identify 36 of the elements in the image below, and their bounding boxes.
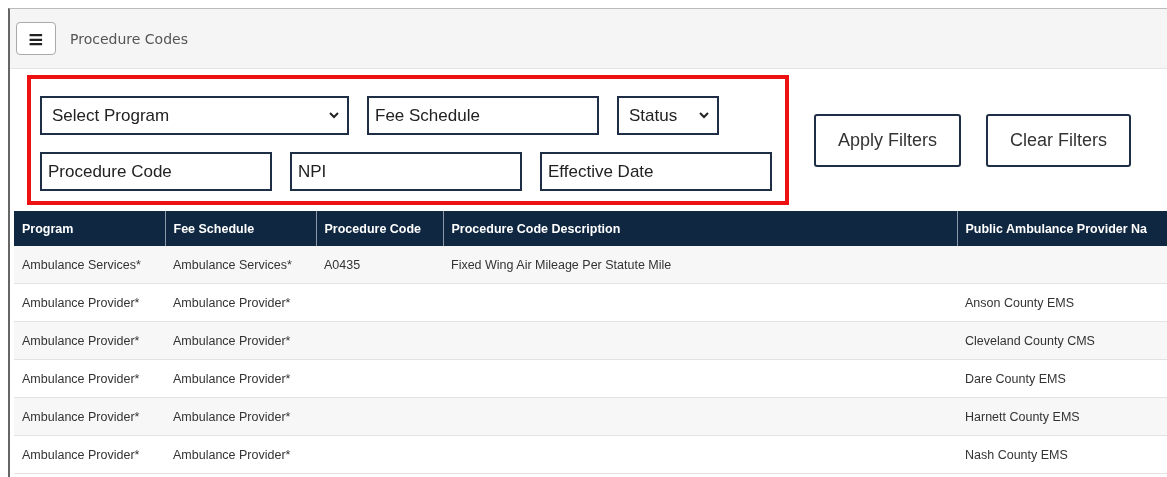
table-cell: Ambulance Provider* (165, 283, 316, 322)
table-cell: Harnett County EMS (957, 397, 1167, 436)
table-cell: Ambulance Provider* (165, 435, 316, 474)
chevron-down-icon (329, 112, 339, 119)
column-header: Procedure Code (316, 211, 443, 246)
table-cell: Dare County EMS (957, 359, 1167, 398)
column-header: Public Ambulance Provider Na (957, 211, 1167, 246)
menu-button[interactable]: ≡ (16, 22, 56, 55)
input-field[interactable]: NPI (290, 152, 522, 191)
table-cell: Ambulance Provider* (14, 321, 165, 360)
table-cell: Anson County EMS (957, 283, 1167, 322)
table-cell: A0435 (316, 246, 443, 284)
table-cell: Ambulance Provider* (14, 283, 165, 322)
table-cell: Cleveland County CMS (957, 321, 1167, 360)
table-cell: Ambulance Services* (165, 246, 316, 284)
apply-filters-button[interactable]: Apply Filters (814, 113, 962, 167)
page-title: Procedure Codes (70, 30, 188, 47)
table-cell: Ambulance Provider* (14, 435, 165, 474)
chevron-down-icon (699, 112, 709, 119)
input-field[interactable]: Effective Date (540, 152, 772, 191)
table-cell: Ambulance Provider* (14, 397, 165, 436)
input-field[interactable]: Procedure Code (40, 152, 272, 191)
table-cell: Ambulance Provider* (14, 359, 165, 398)
clear-filters-button[interactable]: Clear Filters (986, 113, 1132, 167)
input-field[interactable]: Fee Schedule (367, 96, 599, 135)
dropdown-field[interactable]: Select Program (40, 96, 349, 135)
dropdown-field[interactable]: Status (617, 96, 719, 135)
table-cell: Ambulance Services* (14, 246, 165, 284)
table-cell: Ambulance Provider* (165, 321, 316, 360)
table-cell: Nash County EMS (957, 435, 1167, 474)
table-cell: Ambulance Provider* (165, 397, 316, 436)
column-header: Fee Schedule (165, 211, 316, 246)
column-header: Program (14, 211, 165, 246)
column-header: Procedure Code Description (443, 211, 957, 246)
table-cell: Ambulance Provider* (165, 359, 316, 398)
table-cell: Fixed Wing Air Mileage Per Statute Mile (443, 246, 957, 284)
